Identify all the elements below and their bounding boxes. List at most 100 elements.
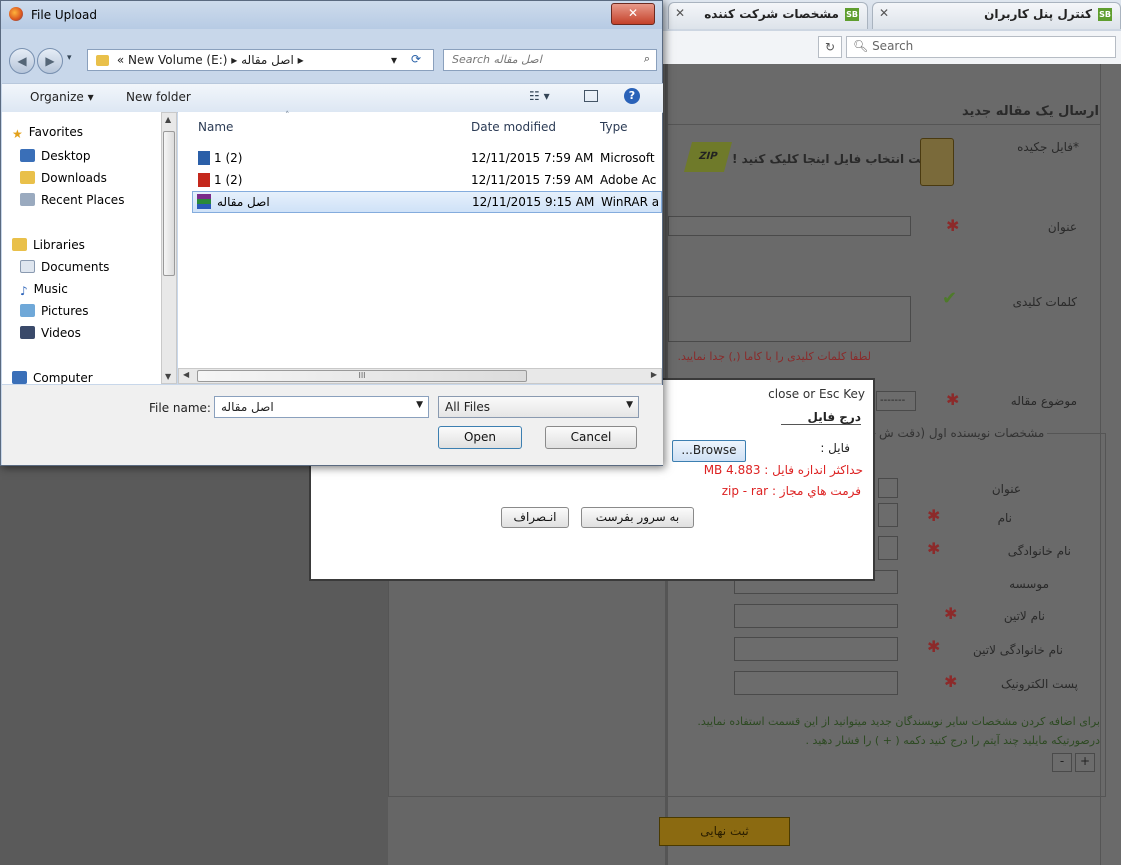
latin-family-input[interactable] — [734, 637, 898, 661]
chevron-down-icon[interactable]: ▼ — [416, 400, 423, 410]
author-title-select[interactable] — [878, 478, 898, 498]
title-label: عنوان — [1047, 220, 1077, 234]
title-input[interactable] — [668, 216, 911, 236]
column-type[interactable]: Type — [600, 120, 628, 134]
view-options-icon[interactable]: ☷ ▾ — [529, 89, 550, 103]
word-doc-icon — [198, 151, 210, 165]
nav-desktop[interactable]: Desktop — [20, 149, 91, 163]
family-label: نام خانوادگی — [1007, 544, 1071, 558]
nav-documents[interactable]: Documents — [20, 260, 109, 274]
name-input[interactable] — [878, 503, 898, 527]
file-row[interactable]: 1 (2) 12/11/2015 7:59 AM Microsoft — [178, 148, 662, 170]
nav-scrollbar[interactable]: ▲ ▼ — [161, 112, 177, 384]
tab-participant-details[interactable]: ✕ SBمشخصات شرکت کننده — [668, 2, 868, 29]
window-close-button[interactable]: ✕ — [611, 3, 655, 25]
author-title-label: عنوان — [991, 482, 1021, 496]
file-name-input[interactable]: اصل مقاله ▼ — [214, 396, 429, 418]
pdf-icon — [198, 173, 210, 187]
folder-icon — [96, 55, 109, 66]
close-tab-icon[interactable]: ✕ — [675, 6, 685, 20]
keywords-textarea[interactable] — [668, 296, 911, 342]
history-dropdown-icon[interactable]: ▾ — [67, 53, 72, 63]
topic-select[interactable]: ------- — [876, 391, 916, 411]
nav-downloads[interactable]: Downloads — [20, 171, 107, 185]
institute-label: موسسه — [1009, 577, 1049, 591]
file-name-label: File name: — [149, 401, 211, 415]
address-bar[interactable]: « New Volume (E:) ▸ اصل مقاله ▸ ▾ ⟳ — [87, 49, 434, 71]
column-date-modified[interactable]: Date modified — [471, 120, 556, 134]
cancel-button[interactable]: Cancel — [545, 426, 637, 449]
file-row-selected[interactable]: اصل مقاله 12/11/2015 9:15 AM WinRAR a — [192, 191, 662, 213]
email-input[interactable] — [734, 671, 898, 695]
file-upload-window: File Upload ✕ ◀ ▶ ▾ « New Volume (E:) ▸ … — [0, 0, 663, 466]
recent-places-icon — [20, 193, 35, 206]
file-row[interactable]: 1 (2) 12/11/2015 7:59 AM Adobe Ac — [178, 170, 662, 192]
site-favicon-icon: SB — [1098, 8, 1112, 21]
family-input[interactable] — [878, 536, 898, 560]
open-button[interactable]: Open — [438, 426, 522, 449]
send-to-server-button[interactable]: به سرور بفرست — [581, 507, 694, 528]
computer-icon — [12, 371, 27, 384]
window-title: File Upload — [31, 8, 97, 22]
required-star-icon: ✱ — [944, 672, 958, 691]
required-star-icon: ✱ — [927, 637, 941, 656]
documents-icon — [20, 260, 35, 273]
dialog-title: درج فایل — [781, 410, 861, 425]
final-submit-button[interactable]: ثبت نهایی — [659, 817, 790, 846]
close-tab-icon[interactable]: ✕ — [879, 6, 889, 20]
allowed-formats-text: فرمت هاي مجاز : zip - rar — [721, 484, 861, 498]
add-author-button[interactable]: + — [1075, 753, 1095, 772]
h-scroll-thumb[interactable]: III — [197, 370, 527, 382]
latin-family-label: نام خانوادگی لاتین — [973, 643, 1063, 657]
nav-scroll-thumb[interactable] — [163, 131, 175, 276]
videos-icon — [20, 326, 35, 339]
author-legend: مشخصات نویسنده اول (دقت ش — [876, 426, 1048, 440]
browser-search-input[interactable]: 🔍︎ Search — [846, 36, 1116, 58]
nav-computer[interactable]: Computer — [12, 371, 93, 384]
nav-music[interactable]: ♪ Music — [20, 282, 68, 298]
column-name[interactable]: Name — [198, 120, 233, 134]
breadcrumb-folder[interactable]: اصل مقاله — [241, 53, 294, 67]
organize-button[interactable]: Organize ▾ — [30, 90, 94, 104]
downloads-folder-icon — [20, 171, 35, 184]
keywords-label: کلمات کلیدی — [1012, 295, 1077, 309]
chevron-down-icon: ▼ — [626, 400, 633, 410]
required-star-icon: ✱ — [946, 216, 960, 235]
breadcrumb-volume[interactable]: New Volume (E:) — [128, 53, 227, 67]
choose-file-link[interactable]: جهت انتخاب فایل اینجا کلیک کنید ! — [732, 152, 938, 166]
required-star-icon: ✱ — [927, 506, 941, 525]
email-label: پست الکترونیک — [1001, 677, 1078, 691]
window-title-bar — [1, 1, 662, 29]
nav-pictures[interactable]: Pictures — [20, 304, 89, 318]
max-size-text: حداکثر اندازه فایل : 4.883 MB — [703, 463, 863, 477]
folder-search-input[interactable]: Search اصل مقاله ⌕ — [443, 49, 657, 71]
nav-libraries[interactable]: Libraries — [12, 238, 85, 252]
browse-button[interactable]: ...Browse — [672, 440, 746, 462]
dialog-close-link[interactable]: close or Esc Key — [768, 387, 865, 401]
nav-videos[interactable]: Videos — [20, 326, 81, 340]
back-icon[interactable]: ◀ — [9, 48, 35, 74]
preview-pane-icon[interactable] — [584, 90, 598, 102]
tab-user-control-panel[interactable]: ✕ SBکنترل پنل کاربران — [872, 2, 1121, 29]
dialog-cancel-button[interactable]: انـصراف — [501, 507, 569, 528]
file-list-pane: Name ˄ Date modified Type 1 (2) 12/11/20… — [178, 111, 662, 384]
horizontal-scrollbar[interactable]: ◀ III ▶ — [178, 368, 662, 384]
nav-favorites[interactable]: ★ Favorites — [12, 125, 83, 141]
desktop-icon — [20, 149, 35, 162]
latin-name-input[interactable] — [734, 604, 898, 628]
reload-icon[interactable]: ↻ — [818, 36, 842, 58]
nav-recent-places[interactable]: Recent Places — [20, 193, 124, 207]
refresh-icon[interactable]: ⟳ — [411, 52, 421, 66]
page-title: ارسال یک مقاله جدید — [962, 104, 1099, 119]
forward-icon[interactable]: ▶ — [37, 48, 63, 74]
zip-icon: ZIP — [683, 142, 733, 172]
remove-author-button[interactable]: - — [1052, 753, 1072, 772]
new-folder-button[interactable]: New folder — [126, 90, 191, 104]
folder-icon[interactable] — [920, 138, 954, 186]
site-favicon-icon: SB — [845, 8, 859, 21]
toolbar: Organize ▾ New folder ☷ ▾ ? — [2, 83, 663, 113]
star-icon: ★ — [12, 127, 23, 141]
help-icon[interactable]: ? — [624, 88, 640, 104]
address-dropdown-icon[interactable]: ▾ — [391, 53, 397, 67]
file-type-filter-select[interactable]: All Files ▼ — [438, 396, 639, 418]
